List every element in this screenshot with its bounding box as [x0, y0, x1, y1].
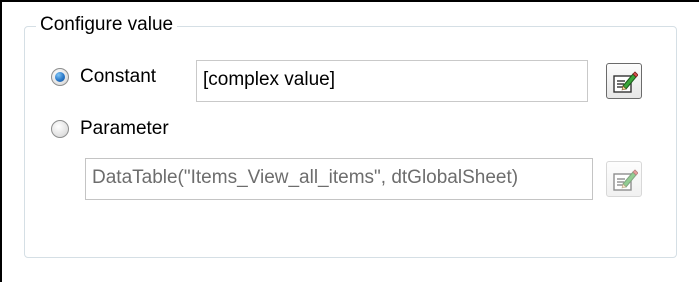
- edit-value-icon: [613, 71, 638, 93]
- group-title: Configure value: [36, 12, 178, 38]
- parameter-value-input: DataTable("Items_View_all_items", dtGlob…: [85, 158, 593, 200]
- parameter-edit-button: [606, 161, 642, 197]
- constant-value-input[interactable]: [complex value]: [196, 60, 588, 102]
- constant-radio[interactable]: [51, 68, 69, 86]
- parameter-radio[interactable]: [51, 120, 69, 138]
- parameter-label[interactable]: Parameter: [80, 117, 169, 141]
- dialog-frame: Configure value Constant [complex value]…: [0, 0, 699, 282]
- constant-edit-button[interactable]: [606, 63, 642, 99]
- constant-label[interactable]: Constant: [80, 65, 156, 89]
- edit-value-icon: [613, 169, 638, 191]
